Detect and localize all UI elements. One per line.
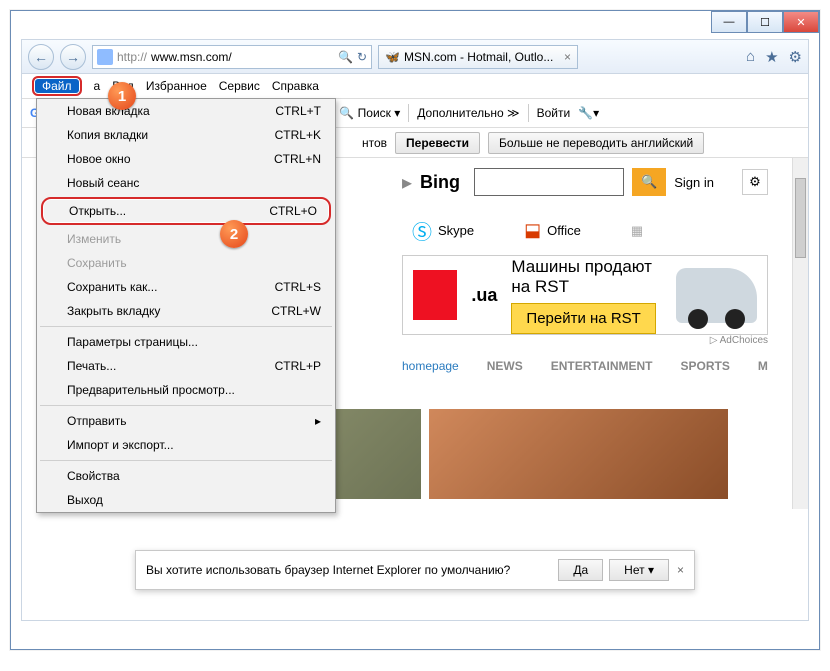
url-prefix: http:// — [117, 50, 147, 64]
office-link[interactable]: ⬓Office — [524, 220, 581, 241]
file-menu-dropdown: Новая вкладкаCTRL+T Копия вкладкиCTRL+K … — [36, 98, 336, 513]
menu-separator — [40, 460, 332, 461]
bing-search-button[interactable]: 🔍 — [632, 168, 666, 196]
default-browser-dialog: Вы хотите использовать браузер Internet … — [135, 550, 695, 590]
bing-row: ▸ Bing 🔍 Sign in ⚙ — [402, 168, 768, 196]
titlebar-controls: — ☐ ✕ — [711, 11, 819, 33]
menu-help[interactable]: Справка — [272, 79, 319, 93]
tab-homepage[interactable]: homepage — [402, 359, 459, 373]
hero-image-2[interactable] — [429, 409, 728, 499]
address-bar[interactable]: http:// www.msn.com/ 🔍 ↻ — [92, 45, 372, 69]
skype-link[interactable]: ⓈSkype — [412, 216, 474, 245]
rst-cta-button[interactable]: Перейти на RST — [511, 303, 655, 334]
dialog-yes-button[interactable]: Да — [558, 559, 603, 581]
menu-separator — [40, 326, 332, 327]
menubar: Файл а Вид Избранное Сервис Справка — [22, 74, 808, 98]
msn-settings-icon[interactable]: ⚙ — [742, 169, 768, 195]
submenu-arrow-icon: ▸ — [315, 414, 321, 428]
tab-close-icon[interactable]: × — [564, 50, 571, 64]
menu-duplicate-tab[interactable]: Копия вкладкиCTRL+K — [37, 123, 335, 147]
adchoices-link[interactable]: ▷ AdChoices — [402, 335, 768, 346]
close-button[interactable]: ✕ — [783, 11, 819, 33]
tab-news[interactable]: NEWS — [487, 359, 523, 373]
scrollbar-thumb[interactable] — [795, 178, 806, 258]
tab-title: MSN.com - Hotmail, Outlo... — [404, 50, 553, 64]
menu-properties[interactable]: Свойства — [37, 464, 335, 488]
apps-row: ⓈSkype ⬓Office ▦ — [412, 216, 768, 245]
ie-window: — ☐ ✕ ← → http:// www.msn.com/ 🔍 ↻ 🦋 MSN.… — [10, 10, 820, 650]
rst-slogan: Машины продают на RST — [511, 257, 661, 297]
menu-tools[interactable]: Сервис — [219, 79, 260, 93]
rst-domain: .ua — [471, 285, 497, 306]
google-search-btn[interactable]: 🔍 Поиск ▾ — [339, 106, 400, 120]
rst-logo — [413, 270, 457, 320]
tab-more-fragment[interactable]: M — [758, 359, 768, 373]
favorites-icon[interactable]: ★ — [765, 48, 778, 66]
browser-frame: ← → http:// www.msn.com/ 🔍 ↻ 🦋 MSN.com - … — [21, 39, 809, 621]
office-icon: ⬓ — [524, 220, 541, 241]
menu-exit[interactable]: Выход — [37, 488, 335, 512]
menu-print[interactable]: Печать...CTRL+P — [37, 354, 335, 378]
callout-2: 2 — [220, 220, 248, 248]
search-icon[interactable]: 🔍 — [338, 50, 353, 64]
translate-fragment: нтов — [362, 136, 387, 150]
refresh-icon[interactable]: ↻ — [357, 50, 367, 64]
forward-button[interactable]: → — [60, 44, 86, 70]
menu-favorites[interactable]: Избранное — [146, 79, 207, 93]
menu-edit-fragment[interactable]: а — [94, 79, 101, 93]
car-image — [676, 268, 757, 323]
google-signin-btn[interactable]: Войти — [537, 106, 571, 120]
minimize-button[interactable]: — — [711, 11, 747, 33]
tab-sports[interactable]: SPORTS — [681, 359, 730, 373]
msn-nav-tabs: homepage NEWS ENTERTAINMENT SPORTS M › — [402, 354, 768, 378]
menu-new-tab[interactable]: Новая вкладкаCTRL+T — [37, 99, 335, 123]
dialog-text: Вы хотите использовать браузер Internet … — [146, 563, 552, 577]
menu-print-preview[interactable]: Предварительный просмотр... — [37, 378, 335, 402]
msn-signin-link[interactable]: Sign in — [674, 175, 714, 190]
bing-label: Bing — [420, 172, 460, 193]
maximize-button[interactable]: ☐ — [747, 11, 783, 33]
menu-close-tab[interactable]: Закрыть вкладкуCTRL+W — [37, 299, 335, 323]
vertical-scrollbar[interactable] — [792, 158, 808, 509]
menu-separator — [40, 405, 332, 406]
rst-ad-banner[interactable]: .ua Машины продают на RST Перейти на RST — [402, 255, 768, 335]
dialog-no-button[interactable]: Нет ▾ — [609, 559, 669, 581]
tab-favicon: 🦋 — [385, 50, 400, 64]
nav-row: ← → http:// www.msn.com/ 🔍 ↻ 🦋 MSN.com - … — [22, 40, 808, 74]
bing-logo-icon: ▸ — [402, 170, 412, 195]
menu-new-session[interactable]: Новый сеанс — [37, 171, 335, 195]
menu-edit: Изменить — [37, 227, 335, 251]
menu-save: Сохранить — [37, 251, 335, 275]
google-more-btn[interactable]: Дополнительно ≫ — [417, 106, 519, 120]
menu-new-window[interactable]: Новое окноCTRL+N — [37, 147, 335, 171]
menu-import-export[interactable]: Импорт и экспорт... — [37, 433, 335, 457]
home-icon[interactable]: ⌂ — [746, 48, 755, 66]
wrench-icon[interactable]: 🔧▾ — [578, 106, 599, 120]
nav-icons: ⌂ ★ ⚙ — [746, 48, 802, 66]
never-translate-button[interactable]: Больше не переводить английский — [488, 132, 704, 154]
skype-icon: Ⓢ — [412, 216, 432, 245]
menu-save-as[interactable]: Сохранить как...CTRL+S — [37, 275, 335, 299]
dialog-close-icon[interactable]: × — [677, 563, 684, 577]
back-button[interactable]: ← — [28, 44, 54, 70]
site-icon — [97, 49, 113, 65]
menu-file[interactable]: Файл — [32, 76, 82, 96]
bing-search-input[interactable] — [474, 168, 624, 196]
menu-open[interactable]: Открыть...CTRL+O — [41, 197, 331, 225]
tab-entertainment[interactable]: ENTERTAINMENT — [551, 359, 653, 373]
browser-tab[interactable]: 🦋 MSN.com - Hotmail, Outlo... × — [378, 45, 578, 69]
callout-1: 1 — [108, 82, 136, 110]
translate-button[interactable]: Перевести — [395, 132, 480, 154]
menu-send[interactable]: Отправить▸ — [37, 409, 335, 433]
more-apps[interactable]: ▦ — [631, 223, 643, 239]
menu-page-setup[interactable]: Параметры страницы... — [37, 330, 335, 354]
url-text: www.msn.com/ — [151, 50, 232, 64]
tools-icon[interactable]: ⚙ — [789, 48, 802, 66]
